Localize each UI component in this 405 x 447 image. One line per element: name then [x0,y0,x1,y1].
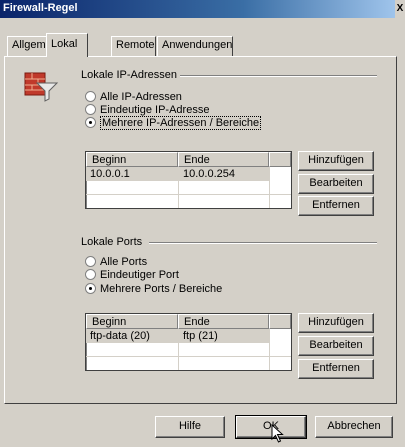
local-ports-heading: Lokale Ports [81,236,143,248]
grid-line [178,167,179,208]
column-header-filler [269,314,291,329]
edit-ip-button[interactable]: Bearbeiten [298,174,374,194]
add-port-button[interactable]: Hinzufügen [298,313,374,333]
tab-label: Lokal [51,38,78,50]
radio-button-checked[interactable] [85,117,96,128]
cell-end: ftp (21) [183,330,218,342]
radio-button[interactable] [85,104,96,115]
radio-button[interactable] [85,91,96,102]
radio-button[interactable] [85,269,96,280]
grid-line [269,167,270,208]
tab-label: Remote [116,39,155,51]
radio-button-checked[interactable] [85,283,96,294]
grid-line [86,194,291,195]
close-icon[interactable]: X [395,0,405,18]
divider [149,242,377,244]
tab-remote[interactable]: Remote [111,36,156,56]
radio-multiple-ports[interactable]: Mehrere Ports / Bereiche [85,283,222,296]
radio-multiple-ips[interactable]: Mehrere IP-Adressen / Bereiche [85,116,262,130]
radio-all-ports[interactable]: Alle Ports [85,256,147,269]
cell-begin: ftp-data (20) [90,330,150,342]
tab-anwendungen[interactable]: Anwendungen [157,36,233,56]
radio-single-port[interactable]: Eindeutiger Port [85,269,179,282]
help-button[interactable]: Hilfe [155,416,225,438]
grid-line [269,329,270,370]
remove-port-button[interactable]: Entfernen [298,359,374,379]
column-header-filler [269,152,291,167]
grid-line [86,356,291,357]
remove-ip-button[interactable]: Entfernen [298,196,374,216]
add-ip-button[interactable]: Hinzufügen [298,151,374,171]
tab-lokal[interactable]: Lokal [46,33,88,57]
column-header-begin[interactable]: Beginn [86,152,178,167]
column-header-end[interactable]: Ende [178,314,269,329]
column-header-end[interactable]: Ende [178,152,269,167]
divider [180,75,377,77]
radio-all-ips[interactable]: Alle IP-Adressen [85,91,182,104]
window-title: Firewall-Regel [3,2,78,14]
tab-label: Anwendungen [162,39,233,51]
tab-panel-lokal: Lokale IP-Adressen Alle IP-Adressen Eind… [4,56,397,404]
local-ports-list[interactable]: Beginn Ende ftp-data (20) ftp (21) [85,313,292,371]
cancel-button[interactable]: Abbrechen [315,416,393,438]
column-header-begin[interactable]: Beginn [86,314,178,329]
grid-line [178,329,179,370]
local-ip-heading: Lokale IP-Adressen [81,69,177,81]
firewall-icon [23,69,61,105]
cell-end: 10.0.0.254 [183,168,235,180]
title-bar: Firewall-Regel X [0,0,405,18]
edit-port-button[interactable]: Bearbeiten [298,336,374,356]
local-ip-list[interactable]: Beginn Ende 10.0.0.1 10.0.0.254 [85,151,292,209]
mouse-cursor-icon [271,423,285,444]
radio-button[interactable] [85,256,96,267]
tab-allgemein[interactable]: Allgemein [7,36,60,56]
cell-begin: 10.0.0.1 [90,168,130,180]
